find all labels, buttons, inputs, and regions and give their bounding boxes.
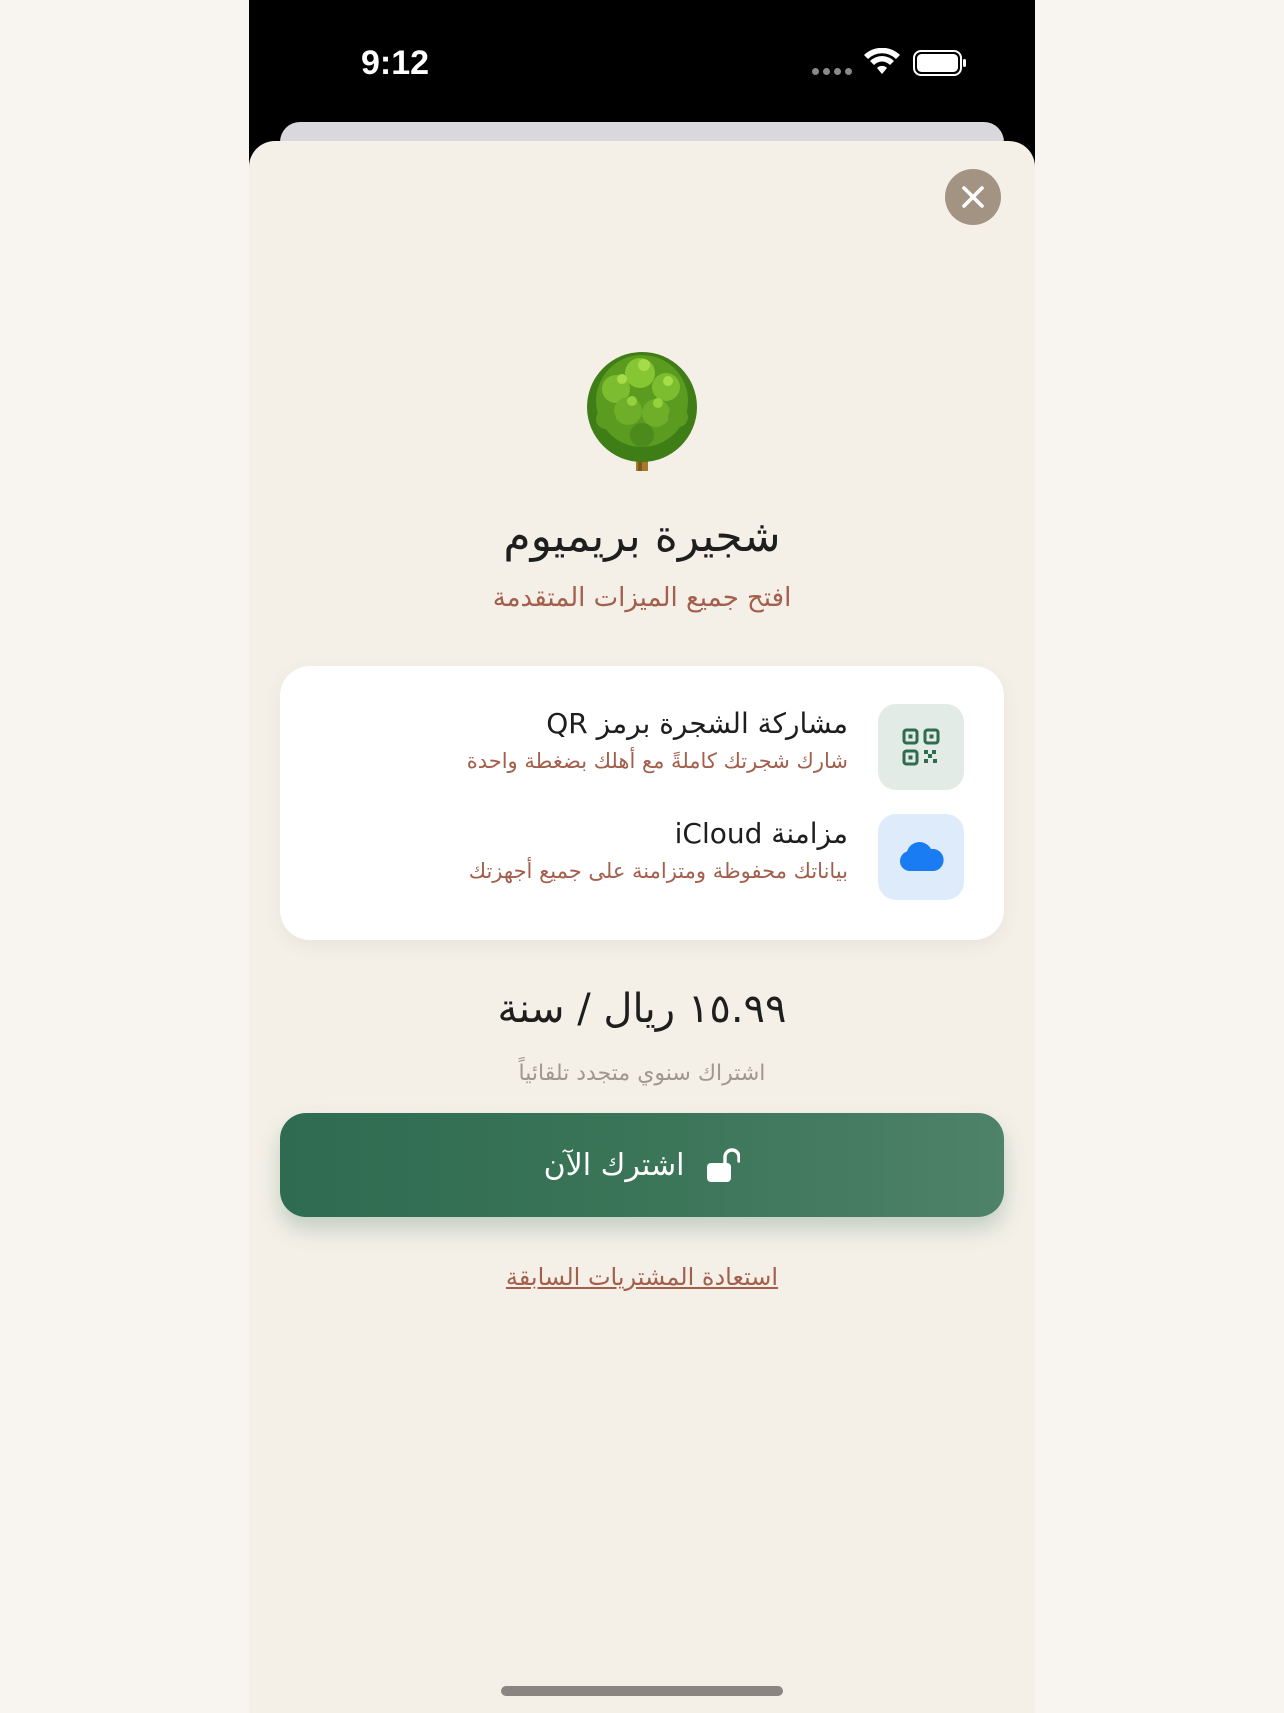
wifi-icon [864, 48, 900, 74]
feature-title: مزامنة iCloud [674, 817, 848, 850]
unlock-icon [707, 1148, 741, 1182]
home-indicator [501, 1686, 783, 1696]
close-icon [962, 186, 984, 208]
restore-purchases-link[interactable]: استعادة المشتريات السابقة [249, 1263, 1035, 1291]
cloud-icon-box [878, 814, 964, 900]
page-subtitle: افتح جميع الميزات المتقدمة [492, 583, 792, 613]
qr-code-icon [902, 728, 940, 766]
feature-text: مزامنة iCloud بياناتك محفوظة ومتزامنة عل… [368, 814, 848, 888]
feature-text: مشاركة الشجرة برمز QR شارك شجرتك كاملةً … [368, 704, 848, 778]
renewal-note: اشتراك سنوي متجدد تلقائياً [518, 1061, 766, 1086]
close-button[interactable] [945, 169, 1001, 225]
feature-description: بياناتك محفوظة ومتزامنة على جميع أجهزتك [468, 859, 848, 883]
feature-qr-share: مشاركة الشجرة برمز QR شارك شجرتك كاملةً … [280, 704, 1004, 794]
cloud-icon [899, 842, 944, 871]
cellular-signal-icon [812, 68, 852, 75]
qr-icon-box [878, 704, 964, 790]
paywall-sheet: شجيرة بريميوم افتح جميع الميزات المتقدمة [249, 141, 1035, 1713]
battery-icon [913, 50, 966, 76]
subscribe-label: اشترك الآن [543, 1147, 685, 1183]
status-time: 9:12 [361, 44, 430, 82]
phone-screen: 9:12 شجيرة بريميوم افتح جميع الميزات الم… [249, 0, 1035, 1713]
feature-title: مشاركة الشجرة برمز QR [546, 707, 848, 740]
tree-icon [587, 352, 697, 471]
page-title: شجيرة بريميوم [503, 511, 781, 562]
feature-icloud-sync: مزامنة iCloud بياناتك محفوظة ومتزامنة عل… [280, 814, 1004, 904]
subscribe-button[interactable]: اشترك الآن [280, 1113, 1004, 1217]
price-label: ١٥.٩٩ ريال / سنة [497, 986, 787, 1032]
status-bar: 9:12 [249, 0, 1035, 130]
feature-description: شارك شجرتك كاملةً مع أهلك بضغطة واحدة [466, 749, 848, 773]
features-card: مشاركة الشجرة برمز QR شارك شجرتك كاملةً … [280, 666, 1004, 940]
